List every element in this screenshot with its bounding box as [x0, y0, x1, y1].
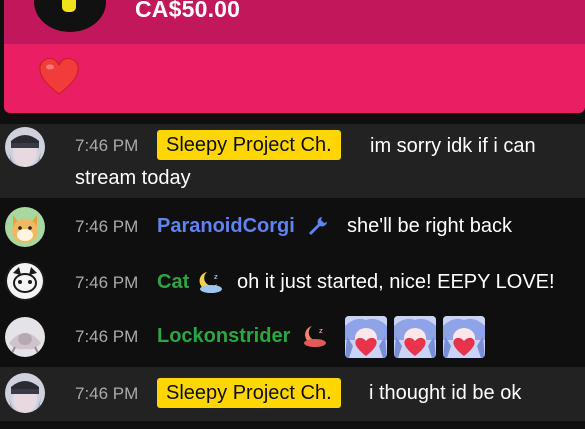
chat-message[interactable]: 7:46 PM Sleepy Project Ch. im sorry idk …	[0, 124, 585, 198]
wrench-icon	[309, 217, 327, 235]
owner-author-badge[interactable]: Sleepy Project Ch.	[157, 130, 341, 160]
super-chat-amount: CA$50.00	[135, 0, 241, 22]
message-text: im sorry idk if i can	[370, 135, 536, 157]
message-text: she'll be right back	[347, 215, 513, 237]
heart-emote	[394, 316, 436, 358]
red-heart-icon	[39, 57, 79, 95]
super-chat-avatar[interactable]	[34, 0, 106, 32]
author-name[interactable]: Lockonstrider	[157, 325, 290, 348]
avatar[interactable]	[5, 373, 45, 413]
owner-author-badge[interactable]: Sleepy Project Ch.	[157, 378, 341, 408]
avatar[interactable]	[5, 207, 45, 247]
avatar[interactable]	[5, 317, 45, 357]
message-text-continued: stream today	[75, 167, 191, 189]
svg-text:z: z	[214, 273, 218, 281]
moon-icon: z	[304, 326, 326, 347]
timestamp: 7:46 PM	[75, 384, 139, 403]
avatar[interactable]	[5, 261, 45, 301]
super-chat-header: CA$50.00	[4, 0, 585, 44]
moon-icon: z	[199, 272, 222, 293]
chat-message[interactable]: 7:46 PM Cat z oh it just started, nice! …	[0, 256, 585, 310]
timestamp: 7:46 PM	[75, 273, 139, 292]
timestamp: 7:46 PM	[75, 217, 139, 236]
author-name[interactable]: ParanoidCorgi	[157, 215, 295, 238]
super-chat-card[interactable]: CA$50.00	[4, 0, 585, 113]
message-text: i thought id be ok	[369, 382, 522, 404]
chat-message[interactable]: 7:46 PM Lockonstrider z	[0, 312, 585, 366]
timestamp: 7:46 PM	[75, 327, 139, 346]
heart-emote	[443, 316, 485, 358]
avatar[interactable]	[5, 127, 45, 167]
chat-message[interactable]: 7:46 PM ParanoidCorgi she'll be right ba…	[0, 200, 585, 254]
chat-message[interactable]: 7:46 PM Sleepy Project Ch. i thought id …	[0, 367, 585, 421]
timestamp: 7:46 PM	[75, 136, 139, 155]
message-text: oh it just started, nice! EEPY LOVE!	[237, 271, 555, 293]
svg-text:z: z	[319, 327, 323, 335]
super-chat-body	[4, 44, 585, 113]
heart-emote	[345, 316, 387, 358]
author-name[interactable]: Cat	[157, 271, 189, 294]
